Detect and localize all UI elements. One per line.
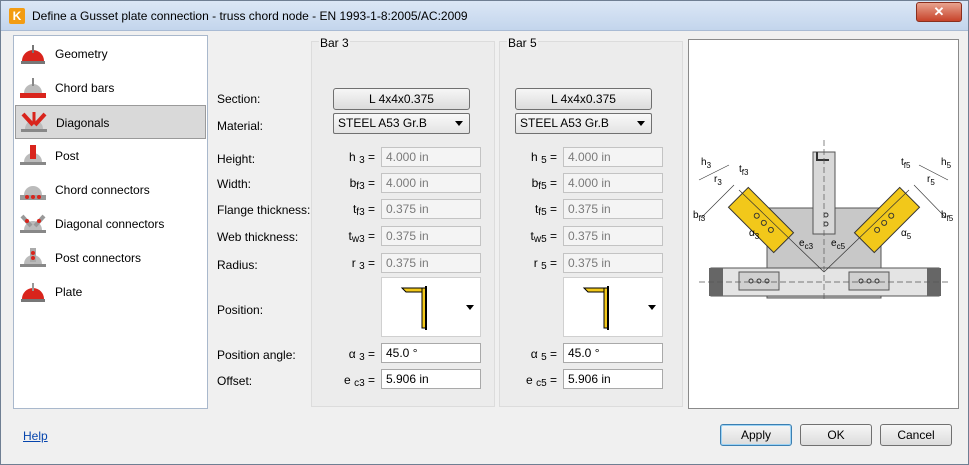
chevron-down-icon bbox=[455, 121, 463, 126]
bar3-sym-bf: bf3 = bbox=[349, 176, 375, 192]
bar5-sym-alpha: α 5 = bbox=[530, 347, 557, 363]
chevron-down-icon bbox=[637, 121, 645, 126]
chevron-down-icon bbox=[648, 305, 656, 310]
bar5-material-select[interactable]: STEEL A53 Gr.B bbox=[515, 113, 652, 134]
bar3-web-thickness-field[interactable]: 0.375 in bbox=[381, 226, 481, 246]
nav-label-chord-bars: Chord bars bbox=[55, 81, 115, 95]
preview-label-tf5: tf5 bbox=[901, 157, 911, 170]
bar3-title: Bar 3 bbox=[319, 36, 350, 50]
nav-label-post: Post bbox=[55, 149, 80, 163]
bar3-sym-ec: e c3 = bbox=[344, 373, 375, 389]
label-position: Position: bbox=[217, 303, 264, 317]
help-link[interactable]: Help bbox=[23, 429, 48, 443]
angle-section-icon bbox=[400, 286, 427, 330]
bar3-width-field[interactable]: 4.000 in bbox=[381, 173, 481, 193]
plate-icon bbox=[21, 283, 45, 302]
cancel-button[interactable]: Cancel bbox=[880, 424, 952, 446]
diagonals-icon bbox=[21, 112, 47, 132]
close-button[interactable]: ✕ bbox=[916, 2, 962, 22]
angle-section-icon bbox=[582, 286, 609, 330]
dialog-window: K Define a Gusset plate connection - tru… bbox=[0, 0, 969, 465]
bar5-sym-ec: e c5 = bbox=[526, 373, 557, 389]
bar5-height-field[interactable]: 4.000 in bbox=[563, 147, 663, 167]
window-title: Define a Gusset plate connection - truss… bbox=[32, 9, 468, 23]
bar3-section-button[interactable]: L 4x4x0.375 bbox=[333, 88, 470, 110]
bar3-sym-alpha: α 3 = bbox=[348, 347, 375, 363]
label-flange-thickness: Flange thickness: bbox=[217, 203, 311, 217]
bar3-position-select[interactable] bbox=[381, 277, 481, 337]
geometry-icon bbox=[21, 45, 45, 64]
connection-preview: h3 r3 tf3 bf3 α3 ec3 ec5 α5 h5 r5 tf5 bf… bbox=[688, 39, 959, 409]
diagonal-connectors-icon bbox=[20, 214, 46, 233]
preview-label-r5: r5 bbox=[927, 174, 935, 187]
nav-item-post[interactable]: Post bbox=[15, 139, 206, 173]
bar3-radius-field[interactable]: 0.375 in bbox=[381, 253, 481, 273]
bar3-material-select[interactable]: STEEL A53 Gr.B bbox=[333, 113, 470, 134]
chevron-down-icon bbox=[466, 305, 474, 310]
bar5-offset-field[interactable]: 5.906 in bbox=[563, 369, 663, 389]
bar3-sym-h: h 3 = bbox=[349, 150, 375, 166]
bar5-radius-field[interactable]: 0.375 in bbox=[563, 253, 663, 273]
nav-label-plate: Plate bbox=[55, 285, 83, 299]
chord-bars-icon bbox=[20, 78, 46, 98]
nav-label-geometry: Geometry bbox=[55, 47, 108, 61]
bar5-sym-tf: tf5 = bbox=[534, 202, 557, 218]
preview-label-a5: α5 bbox=[901, 228, 912, 241]
chord-connectors-icon bbox=[20, 186, 46, 200]
ok-button[interactable]: OK bbox=[800, 424, 872, 446]
bar3-sym-r: r 3 = bbox=[351, 256, 375, 272]
bar3-flange-thickness-field[interactable]: 0.375 in bbox=[381, 199, 481, 219]
title-bar: K Define a Gusset plate connection - tru… bbox=[1, 1, 968, 31]
post-connectors-icon bbox=[20, 248, 46, 267]
nav-item-geometry[interactable]: Geometry bbox=[15, 37, 206, 71]
nav-item-post-connectors[interactable]: Post connectors bbox=[15, 241, 206, 275]
label-offset: Offset: bbox=[217, 374, 253, 388]
bar3-sym-tw: tw3 = bbox=[348, 229, 376, 245]
bar5-sym-tw: tw5 = bbox=[530, 229, 558, 245]
nav-item-chord-bars[interactable]: Chord bars bbox=[15, 71, 206, 105]
label-height: Height: bbox=[217, 152, 256, 166]
preview-label-bf5: bf5 bbox=[941, 210, 954, 223]
post-icon bbox=[20, 145, 46, 165]
bar5-flange-thickness-field[interactable]: 0.375 in bbox=[563, 199, 663, 219]
label-width: Width: bbox=[217, 177, 252, 191]
bar3-position-angle-field[interactable]: 45.0 ° bbox=[381, 343, 481, 363]
nav-label-post-connectors: Post connectors bbox=[55, 251, 142, 265]
apply-button[interactable]: Apply bbox=[720, 424, 792, 446]
category-list: Geometry Chord bars Diagonals Post Chord… bbox=[13, 35, 208, 409]
bar5-sym-r: r 5 = bbox=[533, 256, 557, 272]
label-radius: Radius: bbox=[217, 258, 258, 272]
label-position-angle: Position angle: bbox=[217, 348, 296, 362]
bar5-sym-bf: bf5 = bbox=[531, 176, 557, 192]
preview-label-h3: h3 bbox=[701, 157, 712, 170]
label-section: Section: bbox=[217, 92, 261, 106]
preview-label-bf3: bf3 bbox=[693, 210, 706, 223]
nav-item-plate[interactable]: Plate bbox=[15, 275, 206, 309]
label-material: Material: bbox=[217, 119, 264, 133]
nav-item-diagonal-connectors[interactable]: Diagonal connectors bbox=[15, 207, 206, 241]
gusset-connection-drawing: h3 r3 tf3 bf3 α3 ec3 ec5 α5 h5 r5 tf5 bf… bbox=[693, 140, 954, 302]
label-web-thickness: Web thickness: bbox=[217, 230, 299, 244]
nav-label-chord-connectors: Chord connectors bbox=[55, 183, 150, 197]
nav-label-diagonal-connectors: Diagonal connectors bbox=[55, 217, 165, 231]
bar3-material-value: STEEL A53 Gr.B bbox=[338, 116, 427, 130]
app-icon: K bbox=[9, 8, 25, 24]
bar5-web-thickness-field[interactable]: 0.375 in bbox=[563, 226, 663, 246]
bar3-sym-tf: tf3 = bbox=[352, 202, 375, 218]
bar5-title: Bar 5 bbox=[507, 36, 538, 50]
nav-item-chord-connectors[interactable]: Chord connectors bbox=[15, 173, 206, 207]
bar5-sym-h: h 5 = bbox=[531, 150, 557, 166]
preview-label-r3: r3 bbox=[714, 174, 722, 187]
bar3-offset-field[interactable]: 5.906 in bbox=[381, 369, 481, 389]
nav-item-diagonals[interactable]: Diagonals bbox=[15, 105, 206, 139]
nav-label-diagonals: Diagonals bbox=[56, 116, 110, 130]
bar5-section-button[interactable]: L 4x4x0.375 bbox=[515, 88, 652, 110]
bar5-position-angle-field[interactable]: 45.0 ° bbox=[563, 343, 663, 363]
bar3-height-field[interactable]: 4.000 in bbox=[381, 147, 481, 167]
bar5-position-select[interactable] bbox=[563, 277, 663, 337]
bar5-width-field[interactable]: 4.000 in bbox=[563, 173, 663, 193]
preview-label-h5: h5 bbox=[941, 157, 952, 170]
bar5-material-value: STEEL A53 Gr.B bbox=[520, 116, 609, 130]
preview-label-tf3: tf3 bbox=[739, 164, 749, 177]
